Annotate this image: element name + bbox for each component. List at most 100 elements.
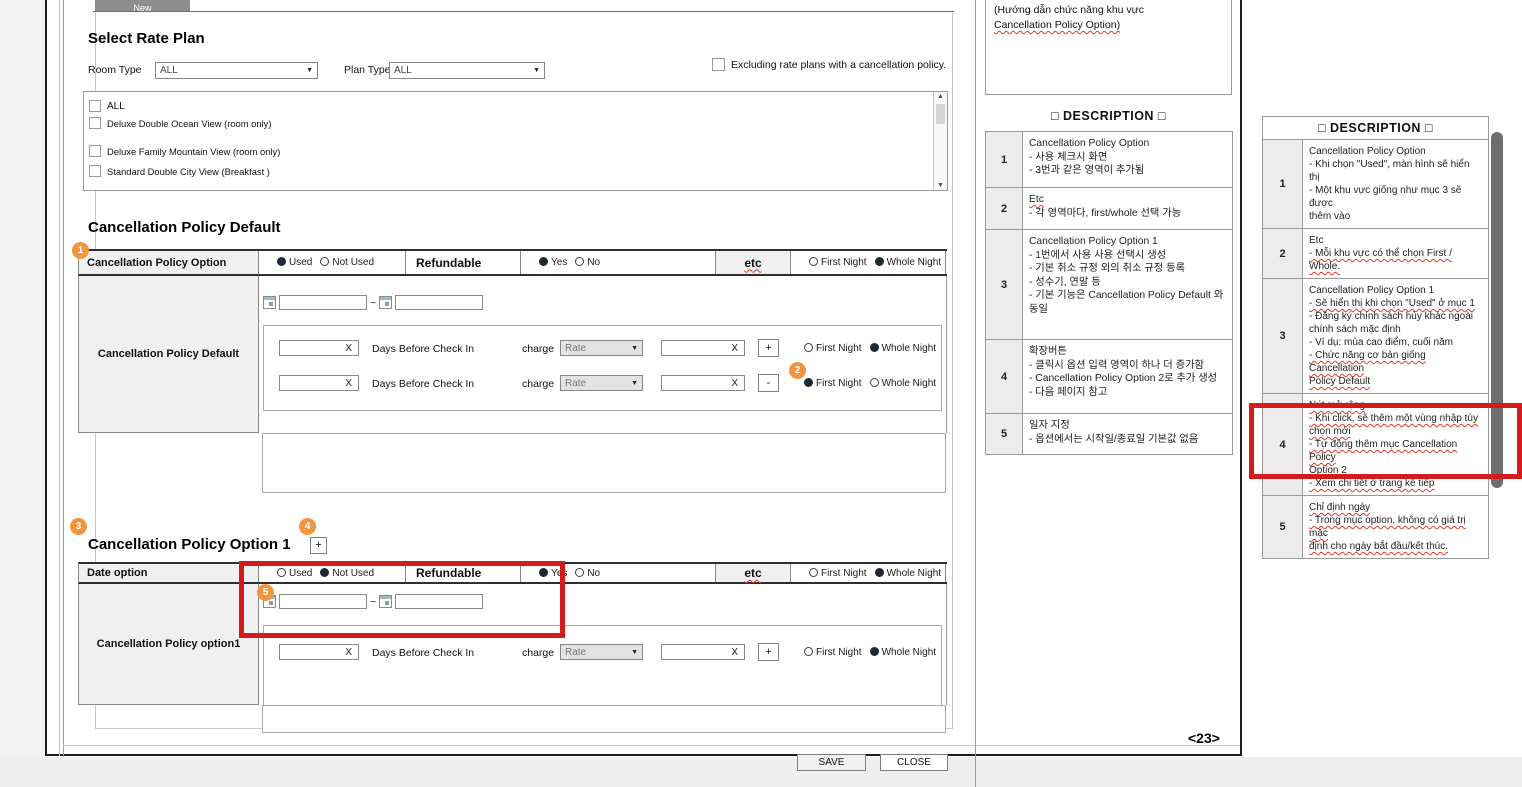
radio-icon[interactable] bbox=[575, 567, 585, 577]
description-row-number: 3 bbox=[1263, 279, 1303, 393]
rate-plan-checkbox[interactable] bbox=[89, 165, 101, 177]
radio-icon[interactable] bbox=[869, 647, 879, 656]
days-count-input[interactable]: X bbox=[279, 375, 359, 391]
used-radio-group: Used Not Used bbox=[259, 251, 406, 274]
description-row: 3 Cancellation Policy Option 1 - Sẽ hiển t… bbox=[1263, 279, 1488, 394]
radio-label: Whole Night bbox=[881, 647, 937, 658]
radio-option[interactable]: First Night bbox=[804, 647, 862, 658]
radio-option[interactable]: Whole Night bbox=[869, 378, 936, 389]
radio-icon[interactable] bbox=[809, 257, 818, 266]
charge-amount-input[interactable]: X bbox=[661, 375, 745, 391]
charge-amount-input[interactable]: X bbox=[661, 644, 745, 660]
excluding-checkbox-label: Excluding rate plans with a cancellation… bbox=[731, 59, 947, 71]
rate-plan-listbox[interactable]: ALL Deluxe Double Ocean View (room only) D… bbox=[83, 91, 948, 191]
radio-option[interactable]: Yes bbox=[539, 257, 567, 268]
header-cell-etc: etc bbox=[716, 251, 791, 274]
rate-select[interactable]: Rate ▼ bbox=[560, 644, 643, 660]
radio-option[interactable]: Whole Night bbox=[874, 257, 941, 268]
radio-option[interactable]: No bbox=[575, 257, 600, 268]
note-line: Cancellation Policy Option) bbox=[994, 19, 1121, 31]
start-date-input[interactable] bbox=[279, 295, 367, 310]
days-count-input[interactable]: X bbox=[279, 340, 359, 356]
calendar-icon[interactable] bbox=[263, 296, 276, 309]
rate-plan-checkbox[interactable] bbox=[89, 100, 101, 112]
radio-icon[interactable] bbox=[874, 567, 884, 577]
charge-row: X Days Before Check In charge Rate ▼ X - … bbox=[264, 374, 941, 395]
rate-plan-checkbox[interactable] bbox=[89, 145, 101, 157]
expand-option-button[interactable]: + bbox=[310, 537, 327, 554]
radio-option[interactable]: First Night bbox=[809, 257, 867, 268]
panel-divider bbox=[975, 0, 976, 787]
radio-option[interactable]: First Night bbox=[804, 378, 862, 389]
radio-option[interactable]: Whole Night bbox=[869, 343, 937, 354]
rate-plan-checkbox[interactable] bbox=[89, 117, 101, 129]
policy-default-body-row: Cancellation Policy Default ~ X Days Bef… bbox=[78, 276, 947, 433]
radio-option[interactable]: First Night bbox=[804, 343, 862, 354]
listbox-scrollbar[interactable]: ▲ ▼ bbox=[933, 92, 947, 190]
night-radio-group: First Night Whole Night bbox=[791, 564, 946, 582]
header-cell-date-option: Date option bbox=[79, 564, 259, 582]
rate-plan-item[interactable]: Deluxe Family Mountain View (room only) bbox=[89, 145, 947, 157]
radio-option[interactable]: No bbox=[575, 567, 600, 579]
description-line: - Sẽ hiển thị khi chọn "Used" ở mục 1 bbox=[1309, 298, 1475, 309]
rate-plan-item[interactable]: Deluxe Double Ocean View (room only) bbox=[89, 117, 947, 129]
radio-icon[interactable] bbox=[809, 567, 818, 577]
room-type-select[interactable]: ALL ▼ bbox=[155, 62, 318, 79]
scrollbar-thumb[interactable] bbox=[936, 104, 945, 124]
radio-icon[interactable] bbox=[869, 378, 879, 387]
radio-icon[interactable] bbox=[575, 257, 585, 266]
left-margin bbox=[0, 0, 45, 787]
radio-icon[interactable] bbox=[804, 343, 813, 352]
radio-label: Whole Night bbox=[881, 343, 937, 354]
description-row-text: Etc - Mỗi khu vực có thể chọn First / Who… bbox=[1303, 229, 1488, 278]
radio-icon[interactable] bbox=[874, 257, 884, 266]
radio-icon[interactable] bbox=[320, 257, 330, 266]
radio-icon[interactable] bbox=[277, 257, 286, 266]
days-before-label: Days Before Check In bbox=[372, 378, 475, 390]
radio-option[interactable]: Not Used bbox=[320, 257, 374, 268]
charge-row: X Days Before Check In charge Rate ▼ X + … bbox=[264, 643, 941, 664]
add-row-button[interactable]: + bbox=[758, 643, 779, 661]
radio-icon[interactable] bbox=[539, 257, 548, 266]
add-row-button[interactable]: + bbox=[758, 339, 779, 357]
description-row: 5 일자 지정 - 옵션에서는 시작일/종료일 기본값 없음 bbox=[986, 414, 1232, 454]
rate-plan-items: ALL Deluxe Double Ocean View (room only) D… bbox=[89, 100, 947, 177]
scroll-up-icon[interactable]: ▲ bbox=[934, 93, 947, 100]
radio-option[interactable]: First Night bbox=[809, 567, 867, 579]
radio-icon[interactable] bbox=[804, 647, 813, 656]
description-title-vietnamese: □ DESCRIPTION □ bbox=[1262, 116, 1489, 140]
description-row-text: 확장버튼 - 클릭시 옵션 입력 영역이 하나 더 증가함 - Cancellati… bbox=[1023, 340, 1232, 413]
radio-icon[interactable] bbox=[869, 343, 879, 352]
close-button[interactable]: CLOSE bbox=[880, 754, 948, 771]
description-line: - 성수기, 연말 등 bbox=[1029, 276, 1101, 288]
remove-row-button[interactable]: - bbox=[758, 374, 779, 392]
description-row-text: Cancellation Policy Option - 사용 체크시 화면 - 3… bbox=[1023, 132, 1232, 187]
radio-option[interactable]: Whole Night bbox=[869, 647, 937, 658]
plan-type-select[interactable]: ALL ▼ bbox=[389, 62, 545, 79]
days-count-input[interactable]: X bbox=[279, 644, 359, 660]
extra-area-box bbox=[262, 705, 946, 733]
radio-option[interactable]: Used bbox=[277, 257, 312, 268]
radio-option[interactable]: Whole Night bbox=[874, 567, 942, 579]
save-button[interactable]: SAVE bbox=[797, 754, 866, 771]
scroll-down-icon[interactable]: ▼ bbox=[934, 182, 947, 189]
rate-plan-item[interactable]: ALL bbox=[89, 100, 947, 112]
rate-plan-item[interactable]: Standard Double City View (Breakfast ) bbox=[89, 165, 947, 177]
radio-icon[interactable] bbox=[804, 378, 813, 387]
charge-amount-input[interactable]: X bbox=[661, 340, 745, 356]
end-date-input[interactable] bbox=[395, 295, 484, 310]
policy-default-content: ~ X Days Before Check In charge Rate ▼ X … bbox=[259, 276, 947, 433]
calendar-icon[interactable] bbox=[379, 296, 393, 309]
room-type-label: Room Type bbox=[88, 64, 142, 76]
description-row-number: 3 bbox=[986, 230, 1023, 339]
rate-select[interactable]: Rate ▼ bbox=[560, 375, 643, 391]
chevron-down-icon: ▼ bbox=[533, 67, 540, 74]
badge-5: 5 bbox=[257, 584, 274, 601]
tab-new[interactable]: New bbox=[95, 0, 190, 11]
excluding-checkbox[interactable] bbox=[712, 58, 725, 71]
yes-no-radio-group: Yes No bbox=[521, 251, 716, 274]
radio-label: Whole Night bbox=[886, 567, 942, 579]
rate-select[interactable]: Rate ▼ bbox=[560, 340, 643, 356]
description-line: thêm vào bbox=[1309, 211, 1351, 222]
description-line: 일자 지정 bbox=[1029, 420, 1070, 431]
